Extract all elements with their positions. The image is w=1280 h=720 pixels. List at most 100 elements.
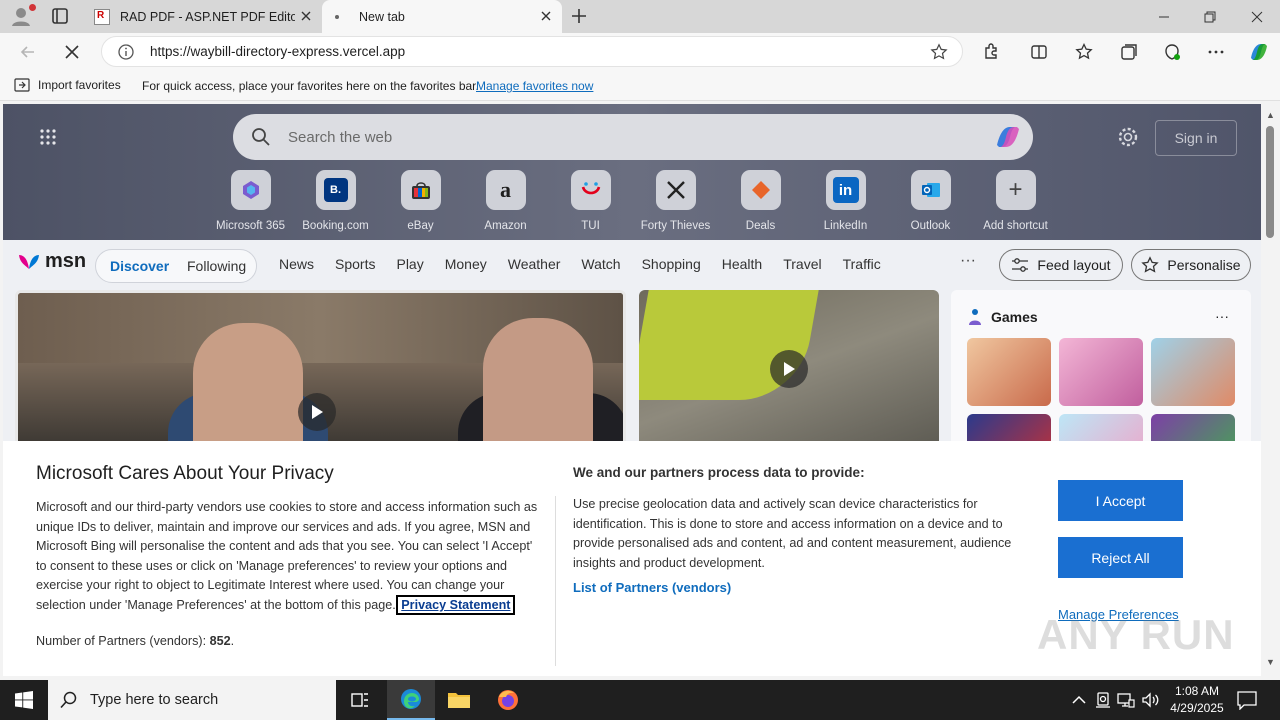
play-icon[interactable]: [770, 350, 808, 388]
favorite-star-icon[interactable]: [930, 43, 948, 61]
copilot-icon[interactable]: [993, 123, 1023, 151]
edge-taskbar-button[interactable]: [387, 680, 435, 720]
restore-button[interactable]: [1187, 0, 1233, 33]
msn-categories: News Sports Play Money Weather Watch Sho…: [279, 256, 902, 272]
edge-icon: [401, 689, 421, 709]
scroll-down-arrow-icon[interactable]: ▼: [1266, 657, 1275, 667]
file-explorer-button[interactable]: [435, 680, 483, 720]
windows-taskbar: Type here to search 1:08 AM 4/29/2025: [0, 680, 1280, 720]
close-tab-icon[interactable]: [538, 8, 554, 24]
search-input[interactable]: [288, 125, 948, 149]
shortcut-amazon[interactable]: a Amazon: [463, 170, 548, 232]
site-info-icon[interactable]: [117, 43, 135, 61]
game-tile[interactable]: [967, 338, 1051, 406]
minimize-button[interactable]: [1141, 0, 1187, 33]
data-processing-body: Use precise geolocation data and activel…: [573, 497, 1012, 570]
accept-button[interactable]: I Accept: [1058, 480, 1183, 521]
nav-money[interactable]: Money: [445, 256, 487, 272]
minimize-icon: [1159, 16, 1169, 17]
nav-traffic[interactable]: Traffic: [843, 256, 881, 272]
shortcut-linkedin[interactable]: in LinkedIn: [803, 170, 888, 232]
shortcut-deals[interactable]: Deals: [718, 170, 803, 232]
task-view-button[interactable]: [336, 680, 384, 720]
gear-icon[interactable]: [1117, 126, 1139, 148]
nav-sports[interactable]: Sports: [335, 256, 375, 272]
games-more-button[interactable]: ···: [1215, 308, 1229, 324]
game-tile[interactable]: [1151, 338, 1235, 406]
tab-rad-pdf[interactable]: RAD PDF - ASP.NET PDF Editor and: [84, 0, 322, 33]
settings-more-icon[interactable]: [1206, 42, 1226, 62]
nav-shopping[interactable]: Shopping: [642, 256, 701, 272]
app-launcher-icon[interactable]: [39, 128, 57, 146]
privacy-statement-link[interactable]: Privacy Statement: [396, 594, 516, 615]
shortcut-microsoft-365[interactable]: Microsoft 365: [208, 170, 293, 232]
video-card-cooking[interactable]: [15, 290, 626, 450]
browser-essentials-icon[interactable]: [1162, 42, 1182, 62]
close-tab-icon[interactable]: [298, 8, 314, 24]
linkedin-icon: in: [825, 170, 866, 210]
import-favorites-label: Import favorites: [38, 78, 121, 92]
video-card-car[interactable]: [639, 290, 939, 450]
shortcut-outlook[interactable]: Outlook: [888, 170, 973, 232]
shortcut-forty-thieves[interactable]: Forty Thieves: [633, 170, 718, 232]
start-button[interactable]: [0, 680, 48, 720]
close-window-button[interactable]: [1234, 0, 1280, 33]
restore-icon: [1204, 11, 1216, 22]
page-scrollbar[interactable]: ▲ ▼: [1262, 104, 1280, 676]
firefox-icon: [498, 690, 518, 710]
import-favorites-button[interactable]: Import favorites: [14, 78, 121, 92]
nav-weather[interactable]: Weather: [508, 256, 561, 272]
copilot-icon[interactable]: [1247, 40, 1271, 64]
nav-travel[interactable]: Travel: [783, 256, 821, 272]
list-of-partners-link[interactable]: List of Partners (vendors): [573, 580, 731, 595]
add-shortcut-button[interactable]: + Add shortcut: [973, 170, 1058, 232]
nav-watch[interactable]: Watch: [581, 256, 620, 272]
address-field[interactable]: https://waybill-directory-express.vercel…: [101, 36, 963, 67]
favorites-bar: Import favorites For quick access, place…: [0, 71, 1280, 101]
collections-icon[interactable]: [1119, 42, 1139, 62]
volume-icon[interactable]: [1140, 690, 1160, 710]
stop-loading-icon[interactable]: [62, 42, 82, 62]
nav-health[interactable]: Health: [722, 256, 762, 272]
scrollbar-thumb[interactable]: [1266, 126, 1274, 238]
play-icon[interactable]: [298, 393, 336, 431]
taskbar-search-placeholder: Type here to search: [90, 692, 219, 708]
following-tab[interactable]: Following: [187, 258, 246, 274]
privacy-body-text: Microsoft and our third-party vendors us…: [36, 500, 538, 612]
back-icon[interactable]: [18, 42, 38, 62]
device-icon[interactable]: [1093, 690, 1113, 710]
new-tab-plus-icon[interactable]: [569, 6, 589, 26]
reject-all-button[interactable]: Reject All: [1058, 537, 1183, 578]
favorites-icon[interactable]: [1074, 42, 1094, 62]
notifications-icon[interactable]: [1236, 690, 1258, 710]
scroll-up-arrow-icon[interactable]: ▲: [1266, 110, 1275, 120]
extensions-icon[interactable]: [981, 42, 1001, 62]
games-title: Games: [991, 309, 1038, 325]
game-tile[interactable]: [1059, 338, 1143, 406]
shortcut-tui[interactable]: TUI: [548, 170, 633, 232]
show-hidden-icons-icon[interactable]: [1069, 690, 1089, 710]
search-icon: [60, 691, 77, 709]
feed-layout-button[interactable]: Feed layout: [999, 249, 1123, 281]
nav-play[interactable]: Play: [396, 256, 423, 272]
url-text[interactable]: https://waybill-directory-express.vercel…: [150, 44, 405, 59]
msn-logo[interactable]: msn: [17, 250, 86, 273]
tab-new-tab[interactable]: New tab: [322, 0, 562, 33]
sign-in-button[interactable]: Sign in: [1155, 120, 1237, 156]
tab-actions-icon[interactable]: [50, 6, 70, 26]
split-screen-icon[interactable]: [1029, 42, 1049, 62]
taskbar-clock[interactable]: 1:08 AM 4/29/2025: [1168, 683, 1226, 717]
discover-tab[interactable]: Discover: [110, 258, 169, 274]
shortcut-ebay[interactable]: eBay: [378, 170, 463, 232]
clock-date: 4/29/2025: [1170, 701, 1224, 715]
nav-news[interactable]: News: [279, 256, 314, 272]
more-categories-button[interactable]: ···: [960, 252, 976, 270]
web-search-box[interactable]: [233, 114, 1033, 160]
taskbar-search-box[interactable]: Type here to search: [48, 680, 336, 720]
firefox-button[interactable]: [484, 680, 532, 720]
manage-favorites-link[interactable]: Manage favorites now: [476, 79, 593, 93]
network-icon[interactable]: [1116, 690, 1136, 710]
personalise-button[interactable]: Personalise: [1131, 249, 1251, 281]
task-view-icon: [351, 693, 368, 707]
shortcut-booking[interactable]: B. Booking.com: [293, 170, 378, 232]
